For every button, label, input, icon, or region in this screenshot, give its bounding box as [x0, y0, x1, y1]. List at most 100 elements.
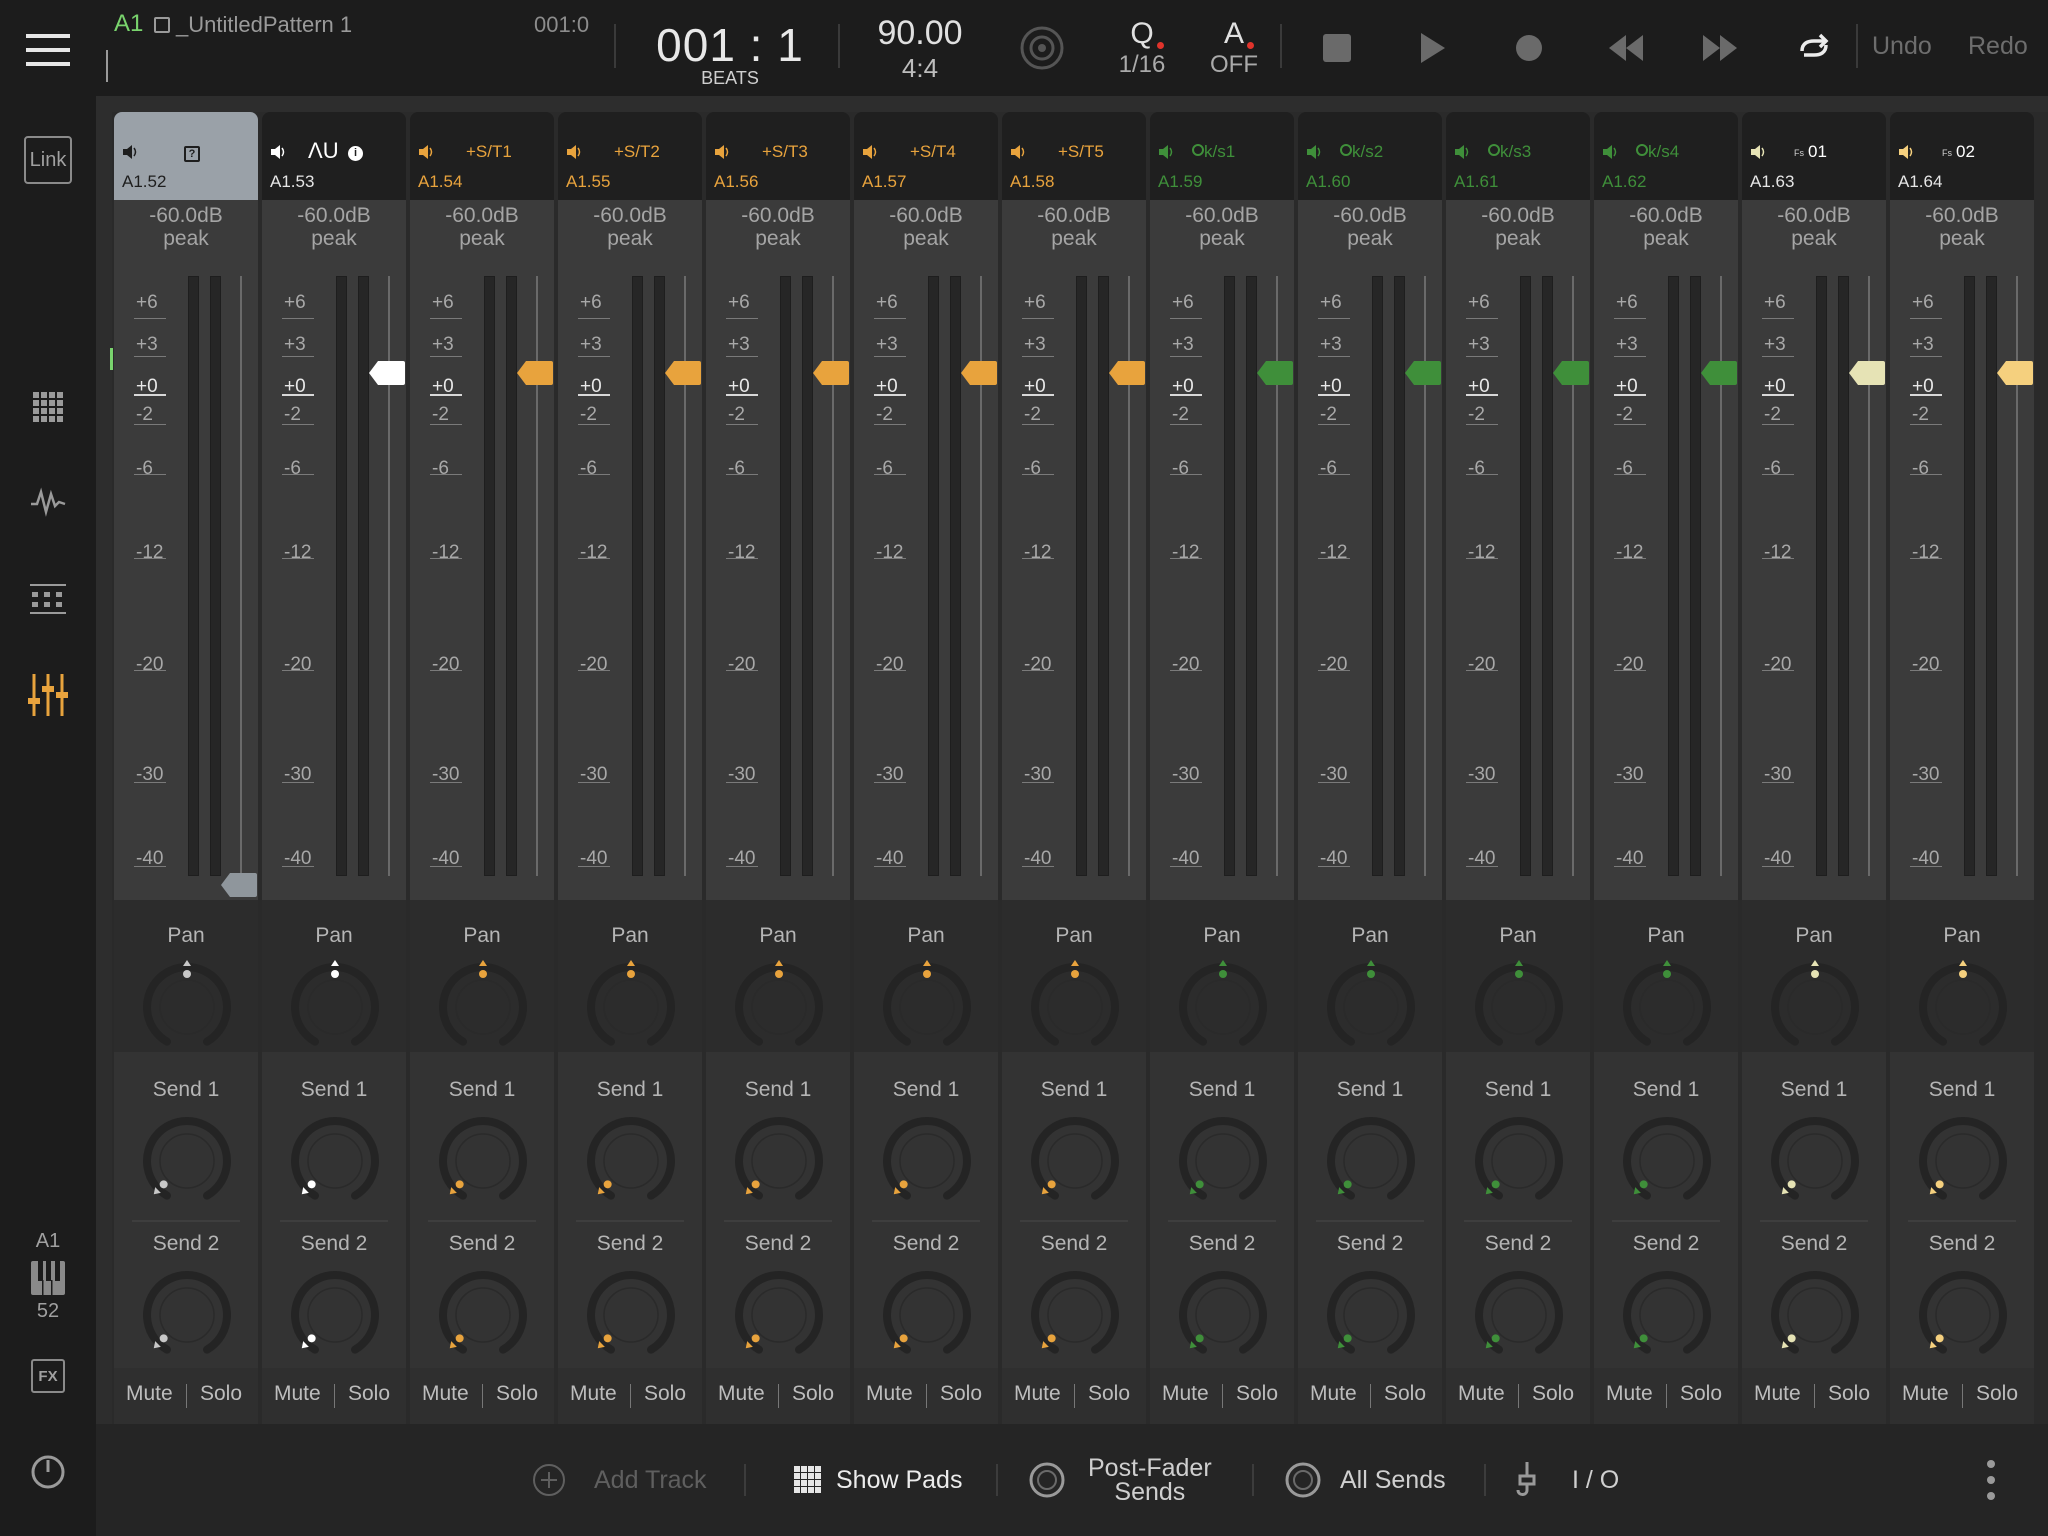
automation-button[interactable]: A OFF	[1194, 0, 1274, 96]
send-1-knob[interactable]	[732, 1114, 826, 1208]
play-button[interactable]	[1408, 0, 1458, 96]
pan-knob[interactable]	[1768, 960, 1862, 1054]
io-button[interactable]: I / O	[1512, 1424, 1619, 1536]
solo-button[interactable]: Solo	[1384, 1382, 1426, 1406]
sequencer-icon[interactable]	[0, 582, 96, 616]
volume-fader-handle[interactable]	[1552, 360, 1590, 386]
volume-fader-handle[interactable]	[368, 360, 406, 386]
speaker-icon[interactable]	[1898, 144, 1916, 160]
show-pads-button[interactable]: Show Pads	[794, 1424, 962, 1536]
channel-header[interactable]: k/s4 A1.62	[1594, 112, 1738, 200]
speaker-icon[interactable]	[1750, 144, 1768, 160]
volume-fader-handle[interactable]	[1700, 360, 1738, 386]
channel-header[interactable]: 02 Fs A1.64	[1890, 112, 2034, 200]
send-1-knob[interactable]	[436, 1114, 530, 1208]
send-2-knob[interactable]	[1176, 1268, 1270, 1362]
mute-button[interactable]: Mute	[126, 1382, 173, 1406]
channel-header[interactable]: +S/T4 A1.57	[854, 112, 998, 200]
send-1-knob[interactable]	[584, 1114, 678, 1208]
add-track-button[interactable]: Add Track	[532, 1424, 707, 1536]
speaker-icon[interactable]	[1454, 144, 1472, 160]
waveform-icon[interactable]	[0, 484, 96, 518]
solo-button[interactable]: Solo	[1828, 1382, 1870, 1406]
send-2-knob[interactable]	[880, 1268, 974, 1362]
solo-button[interactable]: Solo	[644, 1382, 686, 1406]
mute-button[interactable]: Mute	[866, 1382, 913, 1406]
send-1-knob[interactable]	[1768, 1114, 1862, 1208]
send-1-knob[interactable]	[1916, 1114, 2010, 1208]
hamburger-menu-icon[interactable]	[0, 28, 96, 72]
volume-fader-handle[interactable]	[516, 360, 554, 386]
mute-button[interactable]: Mute	[1902, 1382, 1949, 1406]
speaker-icon[interactable]	[1306, 144, 1324, 160]
record-button[interactable]	[1504, 0, 1554, 96]
send-2-knob[interactable]	[1916, 1268, 2010, 1362]
send-2-knob[interactable]	[1472, 1268, 1566, 1362]
solo-button[interactable]: Solo	[1532, 1382, 1574, 1406]
post-fader-sends-button[interactable]: Post-Fader Sends	[1028, 1424, 1212, 1536]
solo-button[interactable]: Solo	[940, 1382, 982, 1406]
send-1-knob[interactable]	[880, 1114, 974, 1208]
solo-button[interactable]: Solo	[792, 1382, 834, 1406]
speaker-icon[interactable]	[714, 144, 732, 160]
send-2-knob[interactable]	[1768, 1268, 1862, 1362]
send-1-knob[interactable]	[1028, 1114, 1122, 1208]
channel-header[interactable]: ΛU i A1.53	[262, 112, 406, 200]
master-knob-icon[interactable]	[0, 1454, 96, 1490]
speaker-icon[interactable]	[122, 144, 140, 160]
volume-fader-handle[interactable]	[1256, 360, 1294, 386]
channel-header[interactable]: +S/T3 A1.56	[706, 112, 850, 200]
volume-fader-handle[interactable]	[220, 872, 258, 898]
speaker-icon[interactable]	[270, 144, 288, 160]
pan-knob[interactable]	[584, 960, 678, 1054]
pattern-name[interactable]: _UntitledPattern 1	[154, 12, 352, 38]
send-2-knob[interactable]	[584, 1268, 678, 1362]
send-2-knob[interactable]	[436, 1268, 530, 1362]
send-2-knob[interactable]	[1028, 1268, 1122, 1362]
solo-button[interactable]: Solo	[1976, 1382, 2018, 1406]
pan-knob[interactable]	[1324, 960, 1418, 1054]
send-2-knob[interactable]	[732, 1268, 826, 1362]
mute-button[interactable]: Mute	[1606, 1382, 1653, 1406]
keyboard-icon[interactable]	[0, 1258, 96, 1298]
fader-track[interactable]	[240, 276, 242, 876]
solo-button[interactable]: Solo	[1088, 1382, 1130, 1406]
mute-button[interactable]: Mute	[1458, 1382, 1505, 1406]
pan-knob[interactable]	[140, 960, 234, 1054]
position-display[interactable]: 001 : 1 BEATS	[620, 18, 840, 89]
mute-button[interactable]: Mute	[422, 1382, 469, 1406]
mute-button[interactable]: Mute	[570, 1382, 617, 1406]
pads-grid-icon[interactable]	[0, 392, 96, 422]
solo-button[interactable]: Solo	[348, 1382, 390, 1406]
volume-fader-handle[interactable]	[1848, 360, 1886, 386]
speaker-icon[interactable]	[418, 144, 436, 160]
link-button[interactable]: Link	[0, 136, 96, 184]
send-1-knob[interactable]	[1472, 1114, 1566, 1208]
volume-fader-handle[interactable]	[1404, 360, 1442, 386]
pan-knob[interactable]	[1176, 960, 1270, 1054]
solo-button[interactable]: Solo	[200, 1382, 242, 1406]
send-1-knob[interactable]	[1176, 1114, 1270, 1208]
channel-header[interactable]: ? A1.52	[114, 112, 258, 200]
quantize-button[interactable]: Q 1/16	[1102, 0, 1182, 96]
undo-button[interactable]: Undo	[1872, 32, 1932, 61]
speaker-icon[interactable]	[1010, 144, 1028, 160]
more-options-button[interactable]	[1976, 1424, 2006, 1536]
volume-fader-handle[interactable]	[1996, 360, 2034, 386]
pan-knob[interactable]	[1916, 960, 2010, 1054]
channel-header[interactable]: k/s1 A1.59	[1150, 112, 1294, 200]
send-2-knob[interactable]	[1620, 1268, 1714, 1362]
pan-knob[interactable]	[436, 960, 530, 1054]
pan-knob[interactable]	[1620, 960, 1714, 1054]
channel-header[interactable]: k/s2 A1.60	[1298, 112, 1442, 200]
speaker-icon[interactable]	[1158, 144, 1176, 160]
mixer-icon[interactable]	[0, 674, 96, 716]
send-1-knob[interactable]	[1620, 1114, 1714, 1208]
all-sends-button[interactable]: All Sends	[1284, 1424, 1446, 1536]
volume-fader-handle[interactable]	[960, 360, 998, 386]
send-2-knob[interactable]	[288, 1268, 382, 1362]
speaker-icon[interactable]	[566, 144, 584, 160]
send-2-knob[interactable]	[1324, 1268, 1418, 1362]
send-1-knob[interactable]	[1324, 1114, 1418, 1208]
pan-knob[interactable]	[732, 960, 826, 1054]
